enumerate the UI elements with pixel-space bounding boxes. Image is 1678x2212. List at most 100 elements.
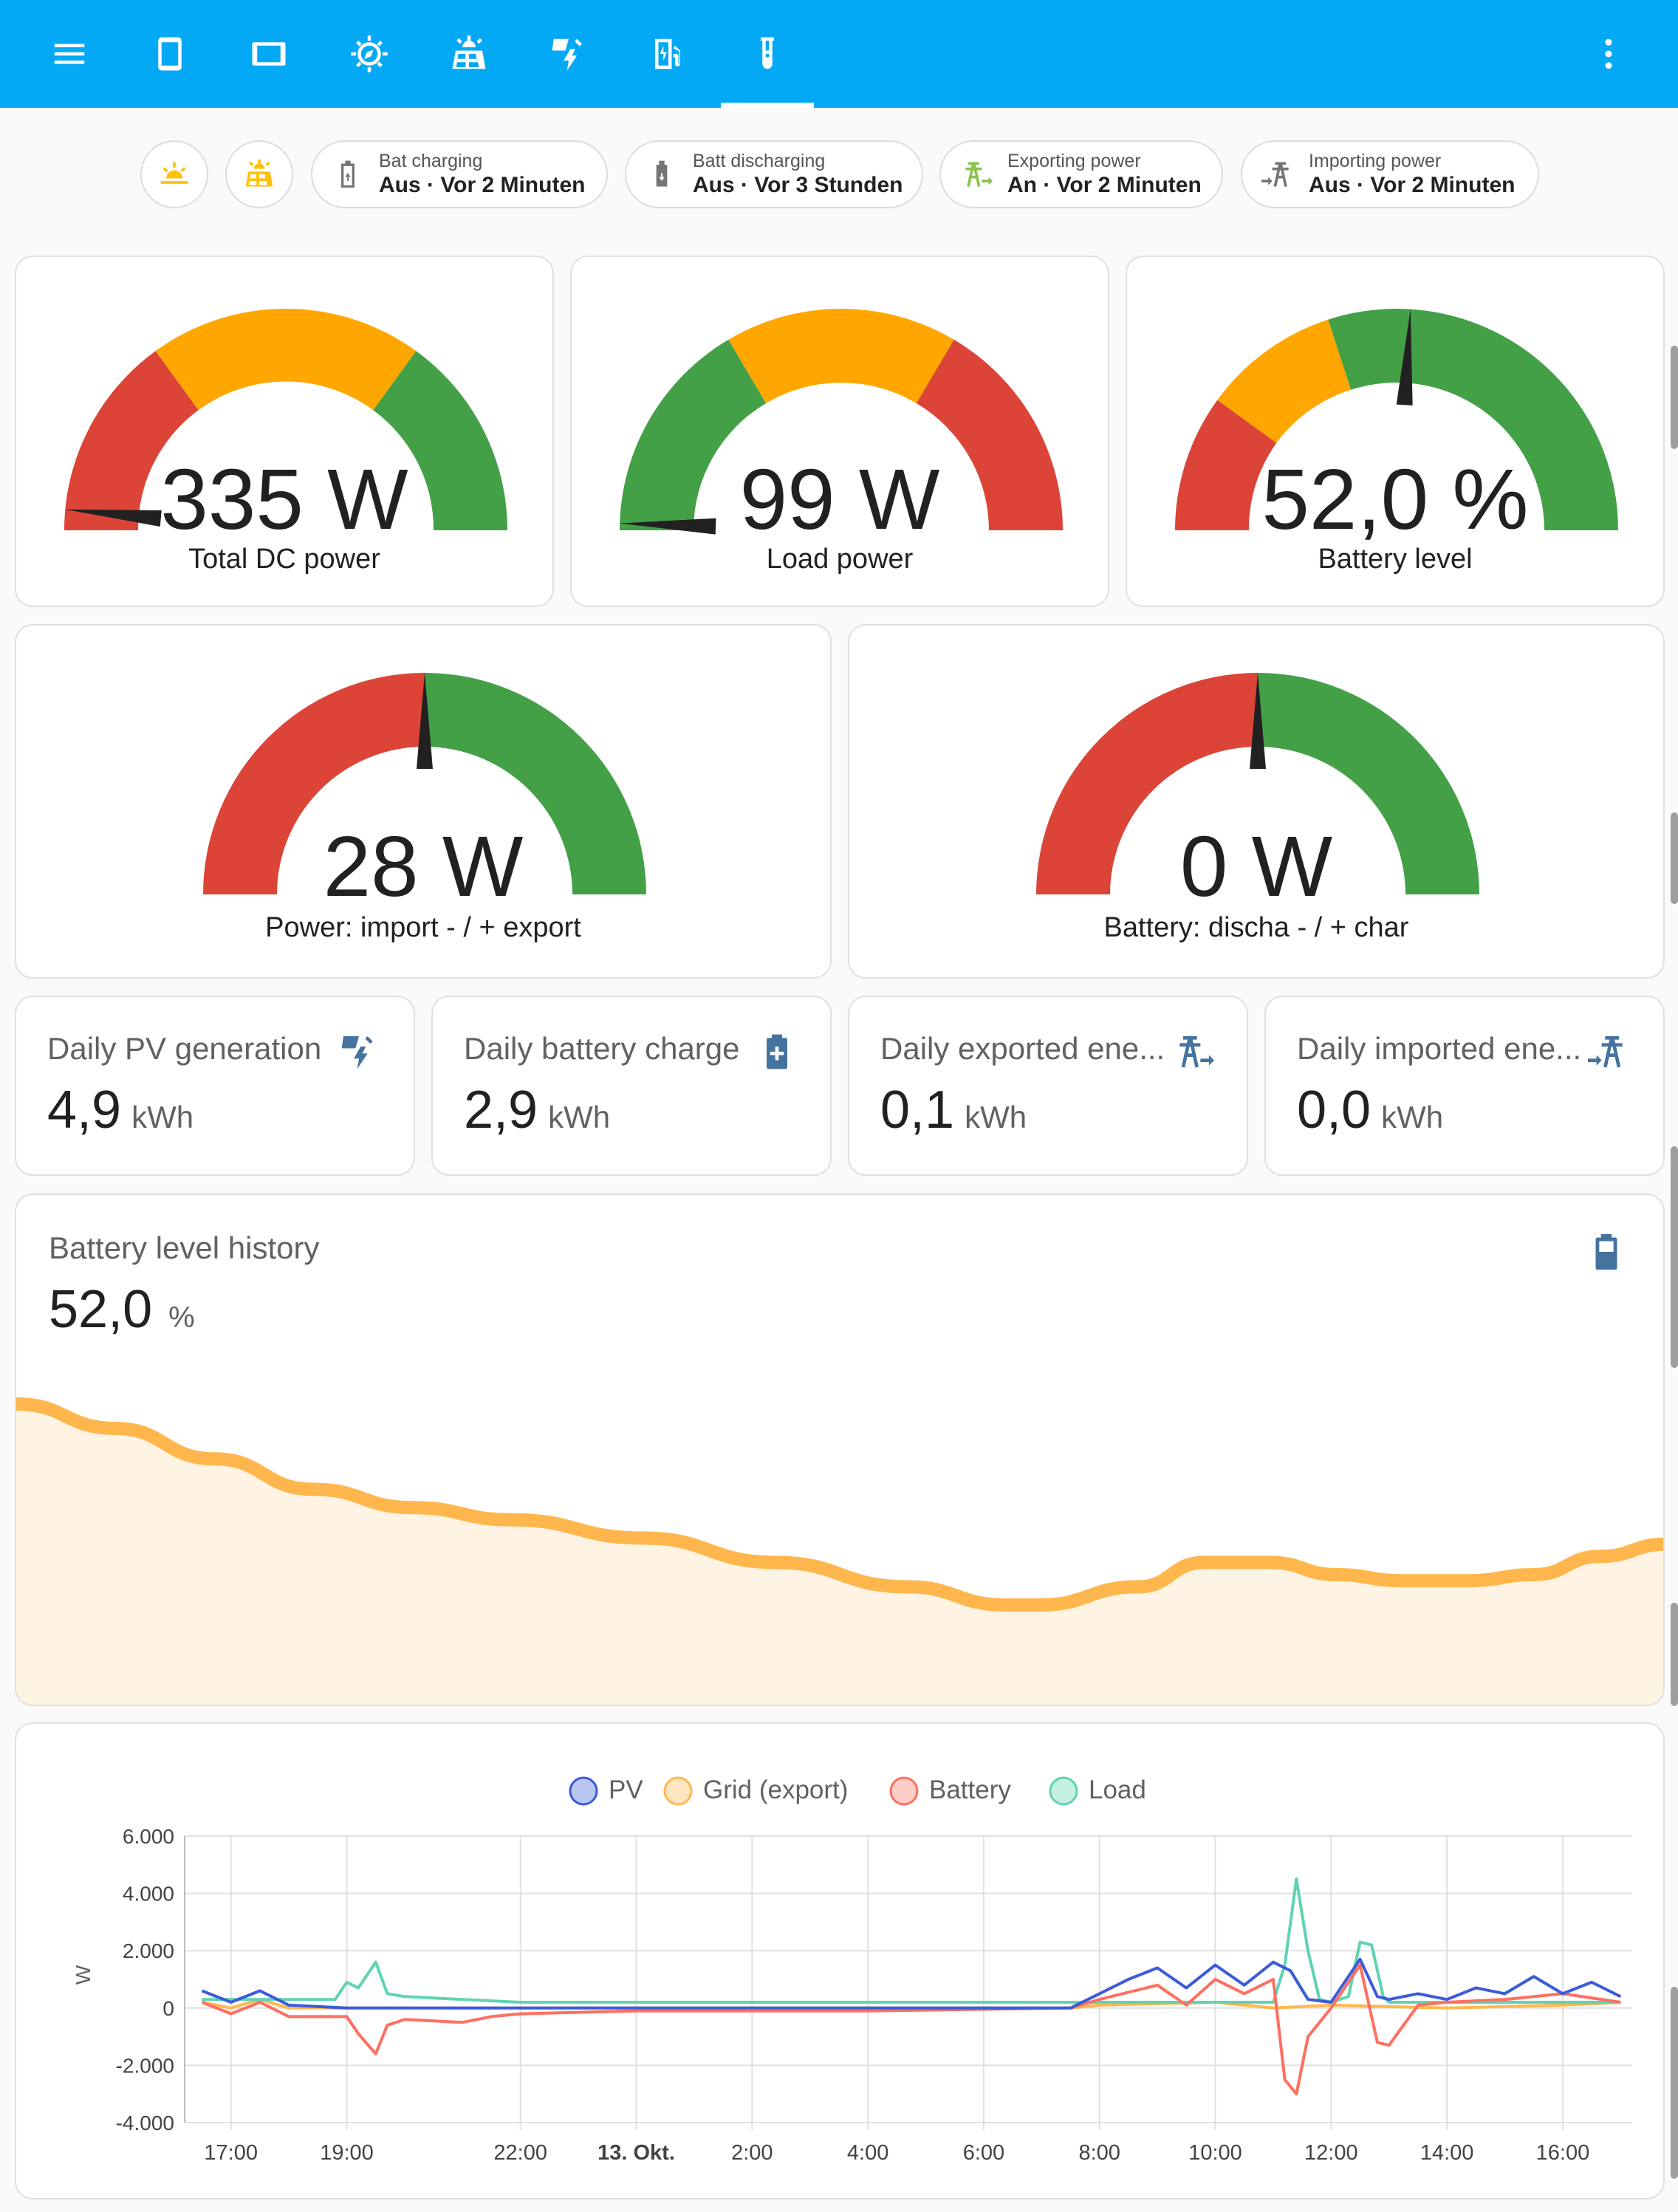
- gauge-value: 335 W: [160, 451, 408, 547]
- chip-state: Aus · Vor 2 Minuten: [1309, 173, 1516, 197]
- legend-swatch[interactable]: [569, 1776, 598, 1806]
- tab-ev-station[interactable]: [623, 0, 714, 108]
- solar-panel-icon: [245, 159, 273, 187]
- solar-power-icon: [552, 38, 582, 71]
- stat-name: Daily exported ene...: [880, 1031, 1165, 1066]
- tab-sun-compass[interactable]: [323, 0, 415, 108]
- scrollbar-thumb[interactable]: [1671, 346, 1678, 449]
- gauge-value: 99 W: [739, 451, 940, 547]
- transmission-tower-export-icon: [1179, 1035, 1214, 1068]
- x-tick-label: 13. Okt.: [597, 2141, 675, 2165]
- series-line-load[interactable]: [202, 1877, 1621, 2004]
- battery-icon: [1595, 1233, 1617, 1270]
- tab-solar-power[interactable]: [523, 0, 614, 108]
- chip-sun[interactable]: [140, 140, 208, 208]
- menu-button[interactable]: [24, 0, 115, 108]
- y-tick-label: -4.000: [116, 2112, 174, 2134]
- gauge-value: 28 W: [323, 818, 524, 914]
- tab-test-tube[interactable]: [722, 0, 813, 108]
- phone-icon: [158, 37, 182, 71]
- x-tick-label: 10:00: [1188, 2141, 1242, 2165]
- history-title: Battery level history: [49, 1230, 320, 1265]
- stat-card-daily-exported[interactable]: Daily exported ene... 0,1 kWh: [848, 996, 1248, 1176]
- stat-value: 4,9 kWh: [47, 1080, 194, 1140]
- x-tick-label: 12:00: [1304, 2141, 1358, 2165]
- stat-card-daily-imported[interactable]: Daily imported ene... 0,0 kWh: [1264, 996, 1665, 1176]
- app-toolbar: [0, 0, 1678, 108]
- gauge-name: Total DC power: [188, 544, 380, 575]
- gauge-value: 0 W: [1179, 818, 1333, 914]
- x-tick-label: 8:00: [1078, 2141, 1120, 2165]
- tab-tablet[interactable]: [223, 0, 315, 108]
- stat-number: 4,9: [47, 1081, 122, 1140]
- chip-state: An · Vor 2 Minuten: [1007, 173, 1202, 197]
- gauge-card-load-power[interactable]: 99 W Load power: [570, 256, 1109, 607]
- overflow-menu-button[interactable]: [1563, 0, 1654, 108]
- chip-state: Aus · Vor 3 Stunden: [693, 173, 903, 197]
- sun-icon: [160, 162, 188, 184]
- tab-solar-panel[interactable]: [423, 0, 515, 108]
- stat-value: 2,9 kWh: [464, 1080, 610, 1140]
- gauge-card-battery-power[interactable]: 0 W Battery: discha - / + char: [848, 624, 1665, 979]
- stat-name: Daily PV generation: [47, 1031, 322, 1066]
- sun-compass-icon: [351, 35, 388, 72]
- series-line-battery[interactable]: [201, 1963, 1621, 2096]
- stat-card-daily-battery-charge[interactable]: Daily battery charge 2,9 kWh: [431, 996, 832, 1176]
- chip-name: Batt discharging: [693, 151, 826, 171]
- legend-label[interactable]: PV: [609, 1776, 643, 1804]
- transmission-tower-import-icon: [1588, 1035, 1623, 1068]
- series-line-pv[interactable]: [201, 1957, 1622, 2010]
- stat-value: 0,0 kWh: [1297, 1080, 1443, 1140]
- gauge-card-total-dc-power[interactable]: 335 W Total DC power: [15, 256, 554, 607]
- stat-unit: kWh: [1381, 1100, 1444, 1134]
- ev-station-icon: [655, 38, 680, 69]
- chip-name: Bat charging: [379, 151, 483, 171]
- stat-value: 0,1 kWh: [880, 1080, 1027, 1140]
- stat-card-daily-pv[interactable]: Daily PV generation 4,9 kWh: [15, 996, 415, 1176]
- history-area: [16, 1404, 1663, 1705]
- gauge-name: Power: import - / + export: [265, 912, 581, 943]
- x-tick-label: 14:00: [1420, 2141, 1474, 2165]
- gauge-card-battery-level[interactable]: 52,0 % Battery level: [1126, 256, 1665, 607]
- x-tick-label: 2:00: [731, 2141, 773, 2165]
- legend-swatch[interactable]: [663, 1776, 693, 1806]
- power-history-chart-card[interactable]: PV Grid (export) Battery Load 6.000 4.000 2.0…: [15, 1722, 1665, 2199]
- tablet-icon: [252, 42, 286, 66]
- legend-label[interactable]: Battery: [929, 1776, 1011, 1804]
- solar-panel-icon: [452, 35, 486, 69]
- chip-solar-panel[interactable]: [225, 140, 293, 208]
- tab-phone[interactable]: [124, 0, 216, 108]
- test-tube-icon: [761, 37, 774, 69]
- chip-bat-charging[interactable]: Bat charging Aus · Vor 2 Minuten: [311, 140, 608, 208]
- scrollbar-thumb[interactable]: [1671, 1603, 1678, 1706]
- scrollbar-thumb[interactable]: [1671, 1987, 1678, 2179]
- y-tick-label: 0: [162, 1997, 174, 2020]
- transmission-tower-import-icon: [1261, 162, 1289, 187]
- chip-exporting-power[interactable]: Exporting power An · Vor 2 Minuten: [939, 140, 1223, 208]
- power-line-chart: PV Grid (export) Battery Load 6.000 4.000 2.0…: [72, 1776, 1632, 2165]
- chart-y-label: W: [72, 1965, 95, 1985]
- stat-unit: kWh: [131, 1100, 194, 1134]
- y-tick-label: -2.000: [116, 2054, 174, 2077]
- battery-history-card[interactable]: Battery level history 52,0%: [15, 1194, 1665, 1706]
- legend-swatch[interactable]: [1049, 1776, 1078, 1806]
- chart-y-ticks: 6.000 4.000 2.000 0 -2.000 -4.000: [116, 1825, 174, 2134]
- legend-label[interactable]: Grid (export): [703, 1776, 848, 1804]
- gauge-card-grid-power[interactable]: 28 W Power: import - / + export: [15, 624, 832, 979]
- x-tick-label: 17:00: [204, 2141, 258, 2165]
- chart-legend: PV Grid (export) Battery Load: [569, 1776, 1146, 1806]
- gauge-value: 52,0 %: [1261, 451, 1529, 547]
- chip-name: Importing power: [1309, 151, 1442, 171]
- legend-label[interactable]: Load: [1089, 1776, 1146, 1804]
- history-sparkline: [16, 1397, 1663, 1705]
- battery-plus-icon: [767, 1034, 787, 1069]
- x-tick-label: 22:00: [493, 2141, 547, 2165]
- stat-name: Daily imported ene...: [1297, 1031, 1582, 1066]
- chip-batt-discharging[interactable]: Batt discharging Aus · Vor 3 Stunden: [625, 140, 923, 208]
- legend-swatch[interactable]: [889, 1776, 919, 1806]
- scrollbar-thumb[interactable]: [1671, 1146, 1678, 1368]
- scrollbar-thumb[interactable]: [1671, 812, 1678, 904]
- y-tick-label: 4.000: [123, 1883, 174, 1905]
- x-tick-label: 6:00: [963, 2141, 1004, 2165]
- chip-importing-power[interactable]: Importing power Aus · Vor 2 Minuten: [1241, 140, 1539, 208]
